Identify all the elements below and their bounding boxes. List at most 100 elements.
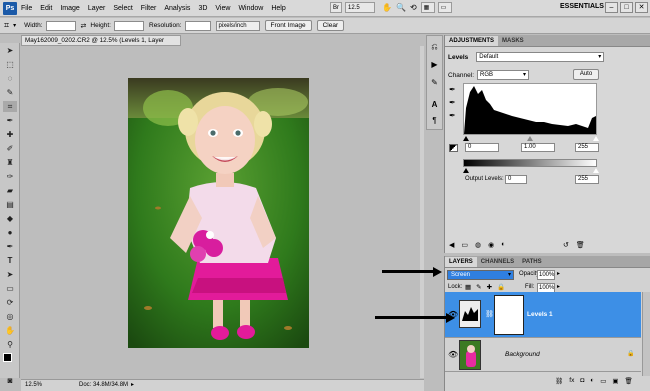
bridge-icon[interactable]: Br <box>330 2 342 13</box>
tab-masks[interactable]: MASKS <box>498 36 528 46</box>
visibility-icon[interactable]: ◉ <box>488 241 494 249</box>
character-panel-icon[interactable]: A <box>427 100 442 114</box>
zoom-percentage[interactable]: 12.5% <box>25 380 42 391</box>
white-point-eyedropper-icon[interactable]: ✒ <box>449 111 459 124</box>
healing-brush-tool-icon[interactable]: ✚ <box>3 129 17 140</box>
resolution-unit-select[interactable]: pixels/inch <box>215 20 260 31</box>
clipping-toggle-icon[interactable] <box>449 144 458 152</box>
width-input[interactable] <box>45 20 76 31</box>
input-black-slider[interactable] <box>463 136 469 141</box>
height-input[interactable] <box>114 20 144 31</box>
foreground-color-swatch[interactable] <box>3 353 12 362</box>
quick-mask-icon[interactable]: ◙ <box>3 375 17 386</box>
lock-transparency-icon[interactable]: ▦ <box>465 283 471 291</box>
move-tool-icon[interactable]: ➤ <box>3 45 17 56</box>
clone-stamp-tool-icon[interactable]: ♜ <box>3 157 17 168</box>
menu-view[interactable]: View <box>215 5 230 12</box>
gradient-tool-icon[interactable]: ▤ <box>3 199 17 210</box>
input-black-field[interactable]: 0 <box>465 143 499 152</box>
output-black-slider[interactable] <box>463 168 469 173</box>
link-layers-icon[interactable]: ⛓ <box>555 377 563 385</box>
eraser-tool-icon[interactable]: ▰ <box>3 185 17 196</box>
minimize-button[interactable]: – <box>605 2 618 13</box>
actions-panel-icon[interactable]: ▶ <box>427 60 442 74</box>
layer-row-levels[interactable]: 👁 ⛓ Levels 1 <box>445 292 641 338</box>
menu-analysis[interactable]: Analysis <box>164 5 190 12</box>
3d-rotate-tool-icon[interactable]: ⟳ <box>3 297 17 308</box>
auto-button[interactable]: Auto <box>573 69 599 80</box>
hand-tool-icon[interactable]: ✋ <box>382 3 392 12</box>
tab-paths[interactable]: PATHS <box>518 257 545 267</box>
layer-style-icon[interactable]: fx <box>569 377 574 385</box>
history-brush-tool-icon[interactable]: ✑ <box>3 171 17 182</box>
menu-file[interactable]: File <box>21 5 32 12</box>
brushes-panel-icon[interactable]: ✎ <box>427 78 442 92</box>
new-group-icon[interactable]: ▭ <box>600 377 606 385</box>
crop-tool-icon[interactable]: ⌗ <box>4 20 9 31</box>
add-mask-icon[interactable]: ◘ <box>580 377 584 385</box>
menu-help[interactable]: Help <box>271 5 285 12</box>
shape-tool-icon[interactable]: ▭ <box>3 283 17 294</box>
menu-3d[interactable]: 3D <box>198 5 207 12</box>
blur-tool-icon[interactable]: ◆ <box>3 213 17 224</box>
channel-dropdown[interactable]: RGB ▾ <box>477 70 530 80</box>
document-tab[interactable]: May162009_0202.CR2 @ 12.5% (Levels 1, La… <box>21 35 181 54</box>
opacity-field[interactable]: 100% <box>537 270 555 280</box>
rotate-view-icon[interactable]: ⟲ <box>410 3 417 12</box>
crop-tool-icon[interactable]: ⌗ <box>3 101 17 112</box>
gray-point-eyedropper-icon[interactable]: ✒ <box>449 98 459 111</box>
arrange-documents-button[interactable]: ▦ <box>420 2 435 13</box>
menu-image[interactable]: Image <box>60 5 79 12</box>
view-previous-icon[interactable]: ◐ <box>501 241 505 249</box>
reset-icon[interactable]: ↺ <box>563 241 569 249</box>
fill-slider-icon[interactable]: ▸ <box>557 283 560 290</box>
menu-select[interactable]: Select <box>113 5 132 12</box>
input-white-field[interactable]: 255 <box>575 143 599 152</box>
paragraph-panel-icon[interactable]: ¶ <box>427 116 442 130</box>
maximize-button[interactable]: □ <box>620 2 633 13</box>
layer-name[interactable]: Levels 1 <box>527 311 553 318</box>
workspace-switcher[interactable]: ESSENTIALS <box>560 3 604 10</box>
clear-button[interactable]: Clear <box>316 20 345 31</box>
front-image-button[interactable]: Front Image <box>264 20 312 31</box>
output-white-slider[interactable] <box>593 168 599 173</box>
menu-edit[interactable]: Edit <box>40 5 52 12</box>
input-gamma-slider[interactable] <box>527 136 533 141</box>
input-gamma-field[interactable]: 1.00 <box>521 143 555 152</box>
input-white-slider[interactable] <box>593 136 599 141</box>
new-adjustment-layer-icon[interactable]: ◐ <box>590 377 594 385</box>
delete-layer-icon[interactable]: 🗑 <box>625 377 633 385</box>
tab-layers[interactable]: LAYERS <box>445 257 477 267</box>
screen-mode-button[interactable]: ▭ <box>437 2 452 13</box>
output-white-field[interactable]: 255 <box>575 175 599 184</box>
layer-row-background[interactable]: 👁 Background 🔒 <box>445 338 641 372</box>
chain-link-icon[interactable]: ⛓ <box>485 310 494 318</box>
scrollbar-vertical[interactable] <box>420 46 424 378</box>
history-panel-icon[interactable]: ⎌ <box>427 42 442 56</box>
tab-adjustments[interactable]: ADJUSTMENTS <box>445 36 499 46</box>
status-menu-icon[interactable]: ▸ <box>131 380 134 391</box>
new-layer-icon[interactable]: ▣ <box>612 377 618 385</box>
pen-tool-icon[interactable]: ✒ <box>3 241 17 252</box>
eyedropper-tool-icon[interactable]: ✒ <box>3 115 17 126</box>
layer-mask-thumbnail[interactable] <box>494 295 524 335</box>
path-selection-tool-icon[interactable]: ➤ <box>3 269 17 280</box>
zoom-level-dropdown[interactable]: 12.5 <box>345 2 375 13</box>
resolution-input[interactable] <box>184 20 211 31</box>
tab-channels[interactable]: CHANNELS <box>477 257 518 267</box>
dodge-tool-icon[interactable]: ● <box>3 227 17 238</box>
zoom-tool-icon[interactable]: ⚲ <box>3 339 17 350</box>
delete-adjustment-icon[interactable]: 🗑 <box>576 241 585 249</box>
3d-orbit-tool-icon[interactable]: ◎ <box>3 311 17 322</box>
lock-pixels-icon[interactable]: ✎ <box>476 283 481 291</box>
layers-scrollbar[interactable] <box>642 292 650 376</box>
color-swatches[interactable] <box>0 353 20 373</box>
layer-name[interactable]: Background <box>505 351 540 358</box>
tool-preset-dropdown-icon[interactable]: ▾ <box>13 22 16 29</box>
opacity-slider-icon[interactable]: ▸ <box>557 270 560 277</box>
black-point-eyedropper-icon[interactable]: ✒ <box>449 85 459 98</box>
visibility-eye-icon[interactable]: 👁 <box>448 350 458 359</box>
swap-icon[interactable]: ⇄ <box>81 22 87 30</box>
preset-dropdown[interactable]: Default ▾ <box>476 52 605 62</box>
clip-to-layer-icon[interactable]: ◍ <box>475 241 481 249</box>
